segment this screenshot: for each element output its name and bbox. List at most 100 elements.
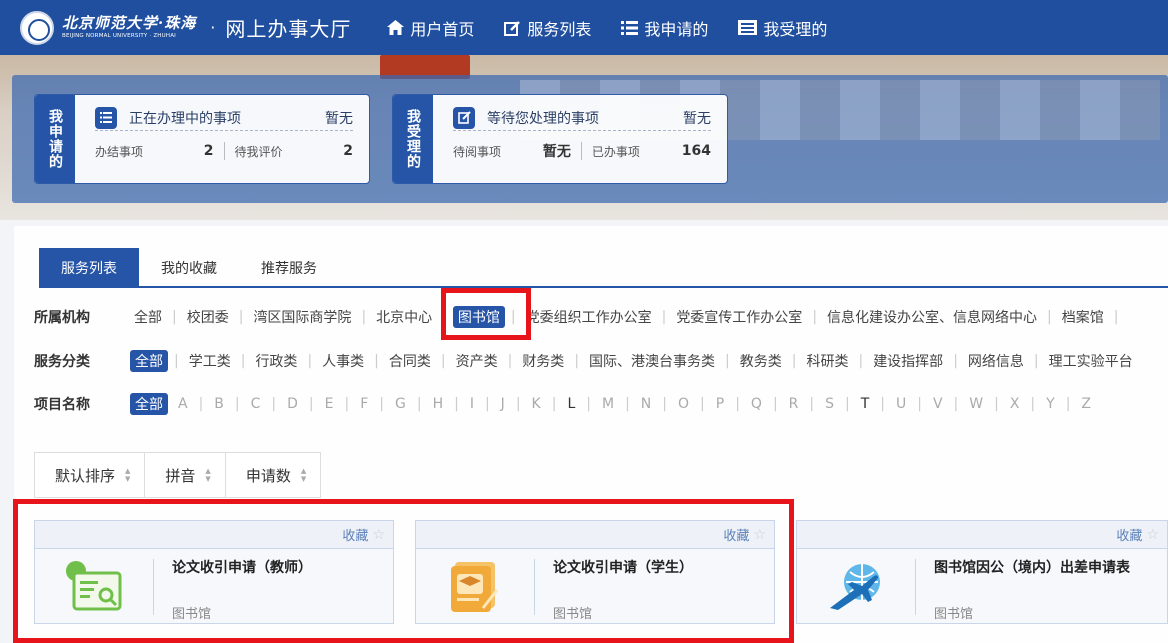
in-progress-status: 暂无: [325, 110, 353, 127]
category-option[interactable]: 合同类: [385, 351, 435, 371]
service-card[interactable]: 收藏 ☆ 论文收引申请（学生） 图书馆: [415, 520, 775, 624]
category-option[interactable]: 教务类: [736, 351, 786, 371]
letter-r[interactable]: R: [785, 396, 803, 412]
nav-my-acceptances[interactable]: 我受理的: [738, 16, 827, 40]
nav-my-applications[interactable]: 我申请的: [621, 16, 708, 40]
letter-l[interactable]: L: [563, 396, 579, 412]
service-panel: 服务列表 我的收藏 推荐服务 所属机构 全部 | 校团委 | 湾区国际商学院 | 北京…: [14, 226, 1168, 643]
letter-x[interactable]: X: [1006, 396, 1024, 412]
my-acceptances-side-label: 我受理的: [393, 95, 433, 183]
org-option[interactable]: 党委组织工作办公室: [522, 307, 656, 327]
favorite-link[interactable]: 收藏: [723, 525, 749, 544]
to-read-count[interactable]: 暂无: [543, 141, 571, 161]
org-option[interactable]: 档案馆: [1058, 307, 1108, 327]
sort-applications-button[interactable]: 申请数 ▲ ▼: [226, 453, 320, 497]
letter-y[interactable]: Y: [1042, 396, 1059, 412]
my-acceptances-card[interactable]: 我受理的 等待您处理的事项 暂无 待阅事项 暂无 已办事项 164: [392, 94, 728, 184]
service-title[interactable]: 论文收引申请（学生）: [553, 557, 693, 577]
org-option-selected[interactable]: 图书馆: [452, 306, 505, 328]
category-option[interactable]: 建设指挥部: [869, 351, 947, 371]
awaiting-title: 等待您处理的事项: [487, 110, 599, 127]
sort-pinyin-button[interactable]: 拼音 ▲ ▼: [145, 453, 226, 497]
nav-service-list[interactable]: 服务列表: [504, 16, 591, 40]
service-tabs: 服务列表 我的收藏 推荐服务: [39, 248, 1168, 288]
category-option[interactable]: 网络信息: [964, 351, 1028, 371]
letter-c[interactable]: C: [247, 396, 265, 412]
org-option[interactable]: 校团委: [183, 307, 233, 327]
service-card[interactable]: 收藏 ☆ 论文收引申请（教师） 图书馆: [34, 520, 394, 624]
home-icon: [387, 20, 405, 35]
sort-arrows-icon: ▲ ▼: [300, 467, 307, 483]
name-filter-row: 项目名称 全部 A | B | C | D | E | F | G | H | I | J | K | L | M | N | O | P |…: [34, 393, 1168, 415]
category-option-selected[interactable]: 全部: [130, 350, 168, 372]
nav-my-applications-label: 我申请的: [644, 19, 709, 39]
org-option[interactable]: 全部: [130, 307, 166, 327]
nav-user-home-label: 用户首页: [410, 19, 475, 39]
tab-service-list[interactable]: 服务列表: [39, 248, 139, 288]
category-option[interactable]: 学工类: [185, 351, 235, 371]
letter-f[interactable]: F: [356, 396, 372, 412]
letter-d[interactable]: D: [283, 396, 302, 412]
org-option[interactable]: 信息化建设办公室、信息网络中心: [823, 307, 1041, 327]
university-logo[interactable]: 北京师范大学·珠海 BEIJING NORMAL UNIVERSITY · ZH…: [20, 0, 196, 55]
category-option[interactable]: 理工实验平台: [1045, 351, 1137, 371]
tab-recommended[interactable]: 推荐服务: [239, 248, 339, 288]
sort-applications-label: 申请数: [245, 466, 291, 485]
service-department: 图书馆: [172, 607, 212, 622]
airplane-globe-icon: [830, 564, 880, 610]
category-option[interactable]: 科研类: [802, 351, 852, 371]
university-seal-icon: [20, 10, 54, 45]
teacher-certificate-icon: [66, 561, 122, 611]
letter-j[interactable]: J: [497, 396, 509, 412]
letter-a[interactable]: A: [174, 396, 192, 412]
letter-i[interactable]: I: [466, 396, 478, 412]
category-filter-label: 服务分类: [34, 354, 90, 370]
pending-review-count[interactable]: 2: [343, 143, 353, 159]
org-filter-row: 所属机构 全部 | 校团委 | 湾区国际商学院 | 北京中心 | 图书馆 | 党委组织工作…: [34, 306, 1168, 328]
letter-p[interactable]: P: [712, 396, 728, 412]
letter-m[interactable]: M: [598, 396, 618, 412]
brand-separator: ·: [210, 18, 216, 37]
category-option[interactable]: 国际、港澳台事务类: [585, 351, 719, 371]
nav-user-home[interactable]: 用户首页: [387, 16, 474, 40]
org-option[interactable]: 北京中心: [372, 307, 436, 327]
letter-s[interactable]: S: [821, 396, 838, 412]
star-icon[interactable]: ☆: [753, 527, 766, 543]
favorite-link[interactable]: 收藏: [342, 525, 368, 544]
service-title[interactable]: 图书馆因公（境内）出差申请表: [934, 557, 1130, 577]
category-option[interactable]: 行政类: [251, 351, 301, 371]
letter-h[interactable]: H: [429, 396, 448, 412]
my-applications-card[interactable]: 我申请的 正在办理中的事项 暂无 办结事项 2 待我评价 2: [34, 94, 370, 184]
handled-items-count[interactable]: 164: [682, 143, 711, 159]
category-option[interactable]: 人事类: [318, 351, 368, 371]
sort-default-button[interactable]: 默认排序 ▲ ▼: [35, 453, 146, 497]
favorite-link[interactable]: 收藏: [1116, 525, 1142, 544]
alphabet-index: A | B | C | D | E | F | G | H | I | J | K | L | M | N | O | P | Q | R | S | T |…: [174, 396, 1095, 412]
category-option[interactable]: 财务类: [518, 351, 568, 371]
letter-q[interactable]: Q: [747, 396, 766, 412]
category-option[interactable]: 资产类: [452, 351, 502, 371]
letter-n[interactable]: N: [637, 396, 655, 412]
service-card[interactable]: 收藏 ☆ 图书馆因公（境内）出差申请表 图书馆: [796, 520, 1168, 624]
letter-v[interactable]: V: [929, 396, 947, 412]
org-option[interactable]: 湾区国际商学院: [249, 307, 355, 327]
letter-t[interactable]: T: [857, 396, 874, 412]
service-title[interactable]: 论文收引申请（教师）: [172, 557, 312, 577]
stat-divider: [223, 142, 225, 160]
org-option[interactable]: 党委宣传工作办公室: [672, 307, 806, 327]
tab-my-favorites[interactable]: 我的收藏: [139, 248, 239, 288]
letter-e[interactable]: E: [321, 396, 338, 412]
letter-g[interactable]: G: [391, 396, 410, 412]
letter-u[interactable]: U: [892, 396, 910, 412]
star-icon[interactable]: ☆: [372, 527, 385, 543]
logo-english-name: BEIJING NORMAL UNIVERSITY · ZHUHAI: [62, 32, 176, 39]
letter-o[interactable]: O: [674, 396, 693, 412]
sort-bar: 默认排序 ▲ ▼ 拼音 ▲ ▼ 申请数 ▲ ▼: [34, 452, 322, 498]
letter-k[interactable]: K: [528, 396, 545, 412]
letter-b[interactable]: B: [210, 396, 228, 412]
name-option-selected[interactable]: 全部: [130, 393, 168, 415]
letter-w[interactable]: W: [965, 396, 987, 412]
letter-z[interactable]: Z: [1077, 396, 1095, 412]
star-icon[interactable]: ☆: [1146, 527, 1159, 543]
completed-items-count[interactable]: 2: [204, 143, 214, 159]
